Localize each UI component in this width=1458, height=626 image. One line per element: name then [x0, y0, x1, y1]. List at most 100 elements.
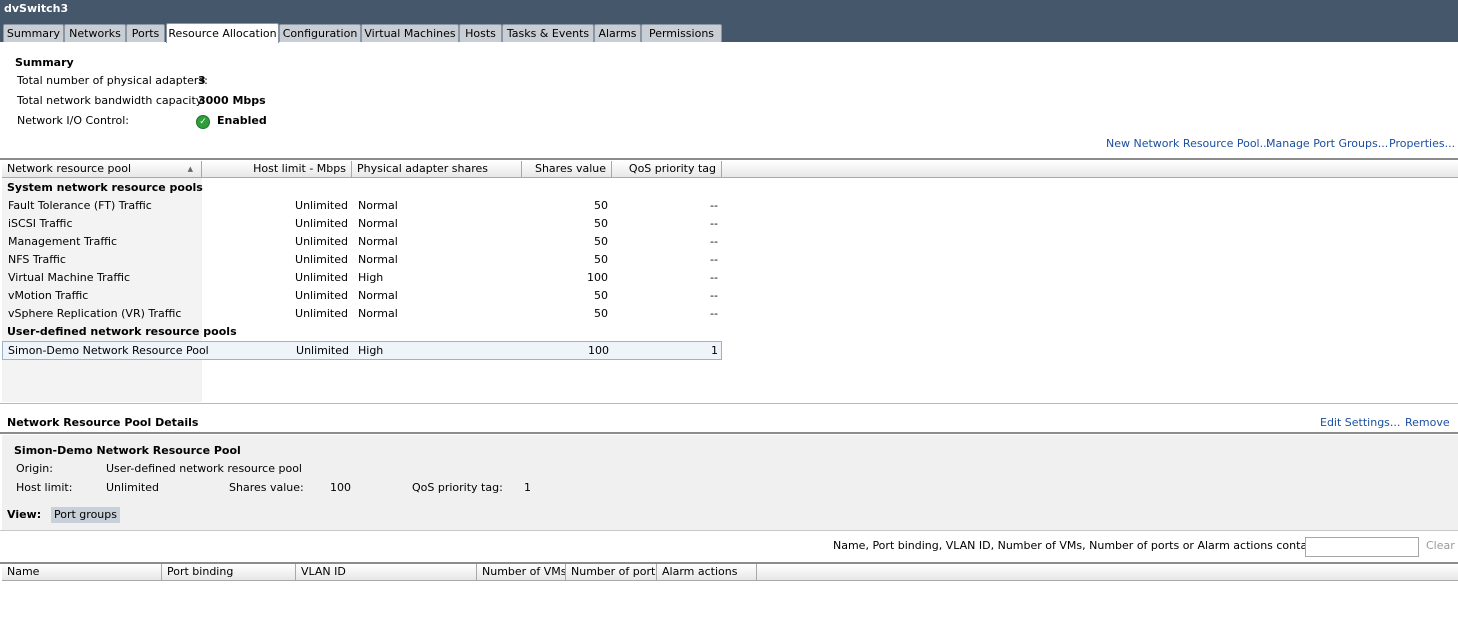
details-pool-name: Simon-Demo Network Resource Pool: [14, 444, 241, 457]
shares-value: 50: [594, 217, 608, 230]
divider: [0, 530, 1458, 531]
bandwidth-label: Total network bandwidth capacity:: [17, 94, 206, 107]
pool-name: vMotion Traffic: [8, 289, 89, 302]
clear-button[interactable]: Clear: [1426, 539, 1455, 552]
tab-permissions[interactable]: Permissions: [641, 24, 722, 42]
col-shares-value[interactable]: Shares value: [522, 161, 612, 177]
table-row[interactable]: Fault Tolerance (FT) Traffic Unlimited N…: [2, 197, 722, 215]
pools-table-header: Network resource pool ▲ Host limit - Mbp…: [2, 161, 1458, 178]
col-number-of-vms[interactable]: Number of VMs: [477, 564, 566, 580]
pool-name: iSCSI Traffic: [8, 217, 73, 230]
table-row[interactable]: vSphere Replication (VR) Traffic Unlimit…: [2, 305, 722, 323]
col-port-binding[interactable]: Port binding: [162, 564, 296, 580]
properties-link[interactable]: Properties...: [1389, 137, 1455, 150]
qos-tag-value: 1: [524, 481, 531, 494]
summary-heading: Summary: [15, 56, 74, 69]
shares-value: 100: [588, 344, 609, 357]
adapter-shares: High: [358, 344, 384, 357]
filter-label-text: Name, Port binding, VLAN ID, Number of V…: [833, 539, 1327, 552]
adapter-shares: Normal: [358, 289, 398, 302]
host-limit-value: Unlimited: [106, 481, 159, 494]
qos-tag: 1: [711, 344, 718, 357]
col-physical-adapter-shares[interactable]: Physical adapter shares: [352, 161, 522, 177]
adapters-label: Total number of physical adapters:: [17, 74, 208, 87]
host-limit: Unlimited: [295, 289, 348, 302]
host-limit: Unlimited: [296, 344, 349, 357]
tab-hosts[interactable]: Hosts: [459, 24, 502, 42]
tab-alarms[interactable]: Alarms: [594, 24, 641, 42]
table-row[interactable]: vMotion Traffic Unlimited Normal 50 --: [2, 287, 722, 305]
manage-port-groups-link[interactable]: Manage Port Groups...: [1266, 137, 1388, 150]
col-number-of-ports[interactable]: Number of ports: [566, 564, 657, 580]
qos-tag: --: [710, 217, 718, 230]
adapter-shares: Normal: [358, 253, 398, 266]
shares-value-label: Shares value:: [229, 481, 304, 494]
tab-resource-allocation[interactable]: Resource Allocation: [166, 23, 279, 43]
host-limit: Unlimited: [295, 307, 348, 320]
filter-search-input[interactable]: [1305, 537, 1419, 557]
qos-tag: --: [710, 289, 718, 302]
table-row[interactable]: iSCSI Traffic Unlimited Normal 50 --: [2, 215, 722, 233]
column-label: Network resource pool: [7, 162, 131, 175]
tab-virtual-machines[interactable]: Virtual Machines: [361, 24, 459, 42]
qos-tag: --: [710, 307, 718, 320]
host-limit: Unlimited: [295, 235, 348, 248]
filter-label[interactable]: Name, Port binding, VLAN ID, Number of V…: [833, 539, 1336, 552]
adapter-shares: Normal: [358, 235, 398, 248]
pool-name: Virtual Machine Traffic: [8, 271, 131, 284]
table-row[interactable]: Virtual Machine Traffic Unlimited High 1…: [2, 269, 722, 287]
shares-value: 50: [594, 253, 608, 266]
nioc-value: Enabled: [217, 114, 267, 127]
host-limit: Unlimited: [295, 217, 348, 230]
group-header-system: System network resource pools: [7, 181, 203, 194]
host-limit: Unlimited: [295, 199, 348, 212]
tab-tasks-events[interactable]: Tasks & Events: [502, 24, 594, 42]
col-name[interactable]: Name: [2, 564, 162, 580]
qos-tag: --: [710, 253, 718, 266]
qos-tag: --: [710, 199, 718, 212]
adapter-shares: High: [358, 271, 384, 284]
table-row[interactable]: NFS Traffic Unlimited Normal 50 --: [2, 251, 722, 269]
divider: [0, 158, 1458, 160]
table-row-selected[interactable]: Simon-Demo Network Resource Pool Unlimit…: [2, 341, 722, 360]
new-network-resource-pool-link[interactable]: New Network Resource Pool...: [1106, 137, 1270, 150]
shares-value: 50: [594, 307, 608, 320]
host-limit-label: Host limit:: [16, 481, 73, 494]
col-host-limit[interactable]: Host limit - Mbps: [202, 161, 352, 177]
col-network-resource-pool[interactable]: Network resource pool ▲: [2, 161, 202, 177]
window-title: dvSwitch3: [4, 2, 69, 15]
pool-name: Fault Tolerance (FT) Traffic: [8, 199, 152, 212]
sort-ascending-icon: ▲: [187, 165, 193, 173]
group-header-user-defined: User-defined network resource pools: [7, 325, 237, 338]
divider: [0, 432, 1458, 434]
shares-value: 50: [594, 235, 608, 248]
tab-summary[interactable]: Summary: [3, 24, 64, 42]
col-qos-priority-tag[interactable]: QoS priority tag: [612, 161, 722, 177]
details-heading: Network Resource Pool Details: [7, 416, 199, 429]
check-circle-icon: ✓: [196, 115, 210, 129]
pool-name: NFS Traffic: [8, 253, 66, 266]
bandwidth-value: 3000 Mbps: [198, 94, 266, 107]
pool-name: Management Traffic: [8, 235, 118, 248]
origin-value: User-defined network resource pool: [106, 462, 302, 475]
host-limit: Unlimited: [295, 271, 348, 284]
remove-link[interactable]: Remove: [1405, 416, 1450, 429]
tab-ports[interactable]: Ports: [126, 24, 165, 42]
table-row[interactable]: Management Traffic Unlimited Normal 50 -…: [2, 233, 722, 251]
nioc-label: Network I/O Control:: [17, 114, 129, 127]
tab-configuration[interactable]: Configuration: [279, 24, 361, 42]
edit-settings-link[interactable]: Edit Settings...: [1320, 416, 1400, 429]
qos-tag: --: [710, 235, 718, 248]
host-limit: Unlimited: [295, 253, 348, 266]
col-vlan-id[interactable]: VLAN ID: [296, 564, 477, 580]
origin-label: Origin:: [16, 462, 53, 475]
divider: [0, 403, 1458, 404]
portgroups-table-header: Name Port binding VLAN ID Number of VMs …: [2, 564, 1458, 581]
adapter-shares: Normal: [358, 217, 398, 230]
shares-value: 50: [594, 289, 608, 302]
pool-name: Simon-Demo Network Resource Pool: [8, 344, 209, 357]
col-alarm-actions[interactable]: Alarm actions: [657, 564, 757, 580]
tab-networks[interactable]: Networks: [64, 24, 126, 42]
shares-value: 100: [587, 271, 608, 284]
view-port-groups-button[interactable]: Port groups: [51, 507, 120, 523]
